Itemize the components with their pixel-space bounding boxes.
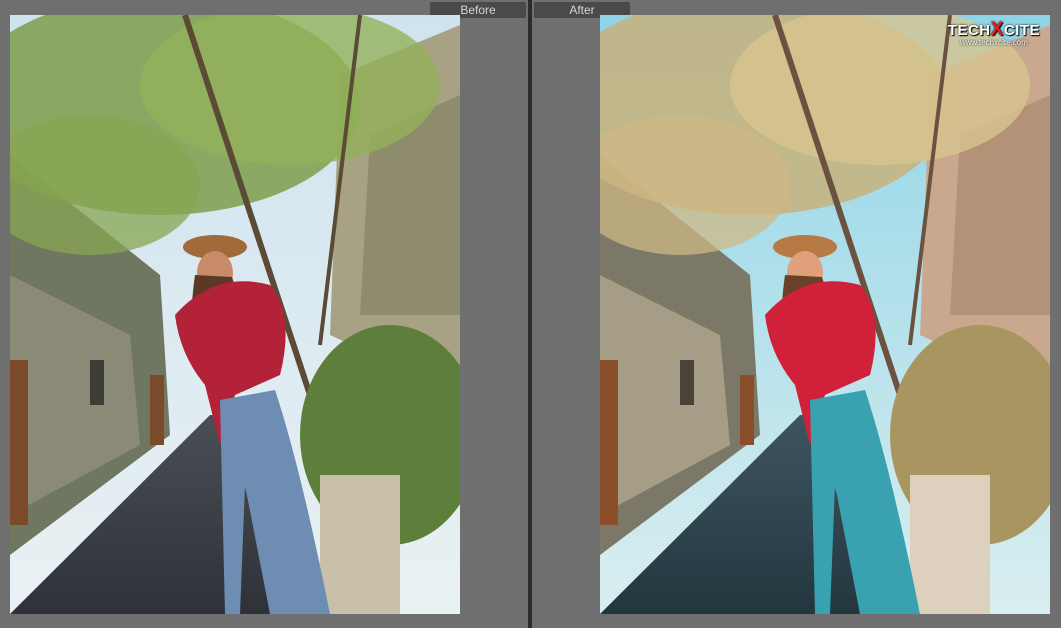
- before-pane: Before: [0, 0, 528, 628]
- before-photo-image: [10, 15, 460, 614]
- after-pane: After TECHXCITE www.techxcite.com: [532, 0, 1061, 628]
- watermark-url: www.techxcite.com: [959, 38, 1028, 47]
- after-photo[interactable]: TECHXCITE www.techxcite.com: [600, 15, 1050, 614]
- before-photo[interactable]: [10, 15, 460, 614]
- techxcite-watermark: TECHXCITE www.techxcite.com: [948, 19, 1040, 47]
- before-after-compare-view: Before After TECHXCITE www.techxcite.com: [0, 0, 1061, 628]
- after-photo-image: [600, 15, 1050, 614]
